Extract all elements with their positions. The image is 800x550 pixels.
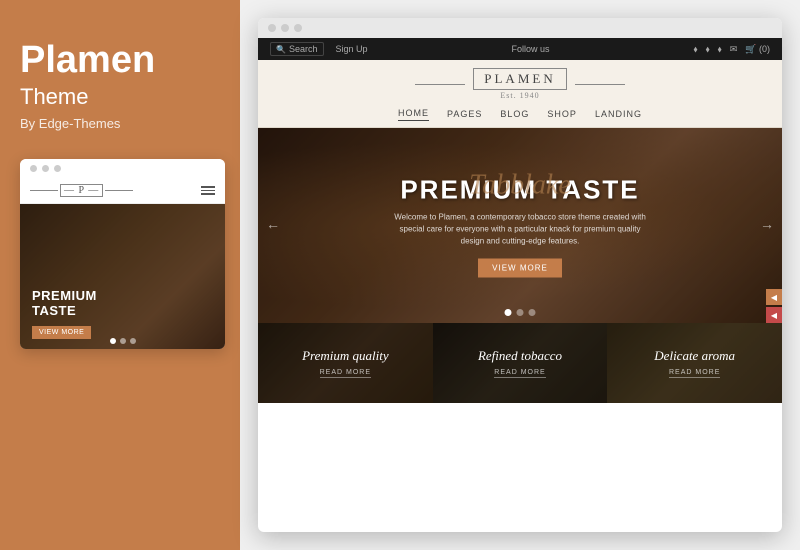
right-panel: 🔍 Search Sign Up Follow us ⬧ ⬧ ⬧ ✉ 🛒 (0) [240, 0, 800, 550]
side-buttons: ◀ ◀ [766, 289, 782, 323]
topbar-left: 🔍 Search Sign Up [270, 42, 368, 56]
hero-dot-2[interactable] [517, 309, 524, 316]
search-label: Search [289, 44, 318, 54]
browser-content: 🔍 Search Sign Up Follow us ⬧ ⬧ ⬧ ✉ 🛒 (0) [258, 38, 782, 532]
topbar-search[interactable]: 🔍 Search [270, 42, 324, 56]
mini-dot-3 [54, 165, 61, 172]
mini-logo: — P — [30, 184, 133, 197]
mini-hero-btn[interactable]: VIEW MORE [32, 326, 91, 339]
card-1: Premium quality READ MORE [258, 323, 433, 403]
card-2-title: Refined tobacco [478, 348, 562, 364]
card-3-link[interactable]: READ MORE [669, 369, 720, 378]
browser-titlebar [258, 18, 782, 38]
site-hero: ← → Tabblake PREMIUM TASTE Welcome to Pl… [258, 128, 782, 323]
social-icon-2: ⬧ [706, 44, 710, 55]
envelope-icon: ✉ [730, 44, 738, 55]
mini-dot-nav-3 [130, 338, 136, 344]
nav-pages[interactable]: PAGES [447, 109, 482, 121]
brand-title: Plamen [20, 40, 155, 82]
hero-content: Tabblake PREMIUM TASTE Welcome to Plamen… [389, 174, 651, 277]
nav-landing[interactable]: LANDING [595, 109, 642, 121]
card-2-content: Refined tobacco READ MORE [433, 323, 608, 403]
hero-cta-button[interactable]: VIEW MORE [478, 258, 562, 277]
hero-title: PREMIUM TASTE [389, 174, 651, 205]
nav-home[interactable]: HOME [398, 108, 429, 121]
social-icon-3: ⬧ [718, 44, 722, 55]
card-3: Delicate aroma READ MORE [607, 323, 782, 403]
social-icon-1: ⬧ [694, 44, 698, 55]
browser-dot-red [268, 24, 276, 32]
logo-text: PLAMEN [473, 68, 566, 90]
brand-subtitle: Theme [20, 84, 88, 110]
follow-us: Follow us [512, 44, 550, 54]
hero-arrow-right[interactable]: → [760, 218, 774, 234]
hero-arrow-left[interactable]: ← [266, 218, 280, 234]
card-2-link[interactable]: READ MORE [494, 369, 545, 378]
mini-dot-1 [30, 165, 37, 172]
card-2: Refined tobacco READ MORE [433, 323, 608, 403]
mini-card-nav: — P — [20, 178, 225, 204]
nav-shop[interactable]: SHOP [547, 109, 577, 121]
card-1-content: Premium quality READ MORE [258, 323, 433, 403]
mini-dot-nav-2 [120, 338, 126, 344]
card-1-link[interactable]: READ MORE [320, 369, 371, 378]
brand-author: By Edge-Themes [20, 116, 120, 131]
card-3-title: Delicate aroma [654, 348, 735, 364]
side-btn-red[interactable]: ◀ [766, 307, 782, 323]
mini-hero: PREMIUM TASTE VIEW MORE [20, 204, 225, 349]
browser-dot-green [294, 24, 302, 32]
side-btn-orange[interactable]: ◀ [766, 289, 782, 305]
card-1-title: Premium quality [302, 348, 389, 364]
mini-dot-2 [42, 165, 49, 172]
signin-link[interactable]: Sign Up [336, 44, 368, 54]
mini-nav-dots [110, 338, 136, 344]
site-cards: Premium quality READ MORE Refined tobacc… [258, 323, 782, 403]
site-logo: PLAMEN Est. 1940 [258, 68, 782, 100]
mini-hamburger-icon [201, 186, 215, 195]
site-nav: HOME PAGES BLOG SHOP LANDING [258, 104, 782, 121]
mini-card-header [20, 159, 225, 178]
search-icon: 🔍 [276, 45, 286, 54]
nav-blog[interactable]: BLOG [500, 109, 529, 121]
browser-dot-yellow [281, 24, 289, 32]
site-topbar: 🔍 Search Sign Up Follow us ⬧ ⬧ ⬧ ✉ 🛒 (0) [258, 38, 782, 60]
browser-window: 🔍 Search Sign Up Follow us ⬧ ⬧ ⬧ ✉ 🛒 (0) [258, 18, 782, 532]
mini-dot-nav-1 [110, 338, 116, 344]
card-3-content: Delicate aroma READ MORE [607, 323, 782, 403]
hero-dot-3[interactable] [529, 309, 536, 316]
cart-icon[interactable]: 🛒 (0) [745, 44, 770, 55]
topbar-right: ⬧ ⬧ ⬧ ✉ 🛒 (0) [694, 44, 770, 55]
mini-preview-card: — P — PREMIUM TASTE VIEW MORE [20, 159, 225, 349]
mini-logo-text: — P — [60, 184, 103, 197]
mini-hero-text: PREMIUM TASTE [32, 288, 97, 319]
site-header: PLAMEN Est. 1940 HOME PAGES BLOG SHOP LA… [258, 60, 782, 128]
hero-description: Welcome to Plamen, a contemporary tobacc… [389, 211, 651, 247]
hero-dot-1[interactable] [505, 309, 512, 316]
hero-dots [505, 309, 536, 316]
left-panel: Plamen Theme By Edge-Themes — P — PREMIU… [0, 0, 240, 550]
logo-sub: Est. 1940 [500, 91, 539, 100]
